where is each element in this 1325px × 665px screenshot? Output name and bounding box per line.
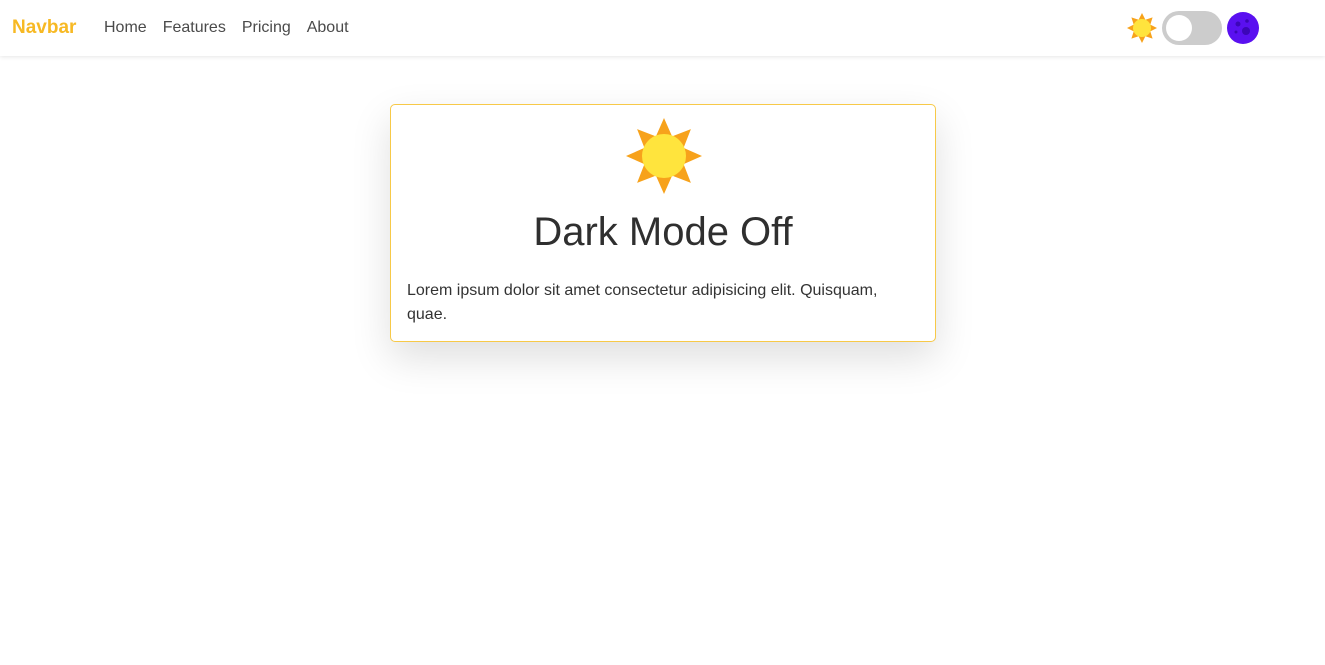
nav-item-pricing: Pricing [234, 16, 299, 40]
navbar-brand[interactable]: Navbar [12, 16, 76, 40]
toggle-knob [1166, 15, 1192, 41]
card-title: Dark Mode Off [533, 210, 793, 254]
nav-item-features: Features [155, 16, 234, 40]
nav-link-about[interactable]: About [299, 16, 357, 40]
dark-mode-toggle[interactable] [1162, 11, 1222, 45]
nav-links: Home Features Pricing About [96, 16, 357, 40]
sun-icon [626, 118, 702, 194]
sun-icon [1127, 13, 1157, 43]
nav-link-features[interactable]: Features [155, 16, 234, 40]
theme-toggle-area [1126, 10, 1260, 46]
nav-link-home[interactable]: Home [96, 16, 155, 40]
mode-card: Dark Mode Off Lorem ipsum dolor sit amet… [390, 104, 936, 342]
nav-item-about: About [299, 16, 357, 40]
card-text: Lorem ipsum dolor sit amet consectetur a… [407, 282, 878, 323]
moon-icon [1227, 12, 1259, 44]
nav-link-pricing[interactable]: Pricing [234, 16, 299, 40]
navbar: Navbar Home Features Pricing About [0, 0, 1325, 56]
nav-item-home: Home [96, 16, 155, 40]
